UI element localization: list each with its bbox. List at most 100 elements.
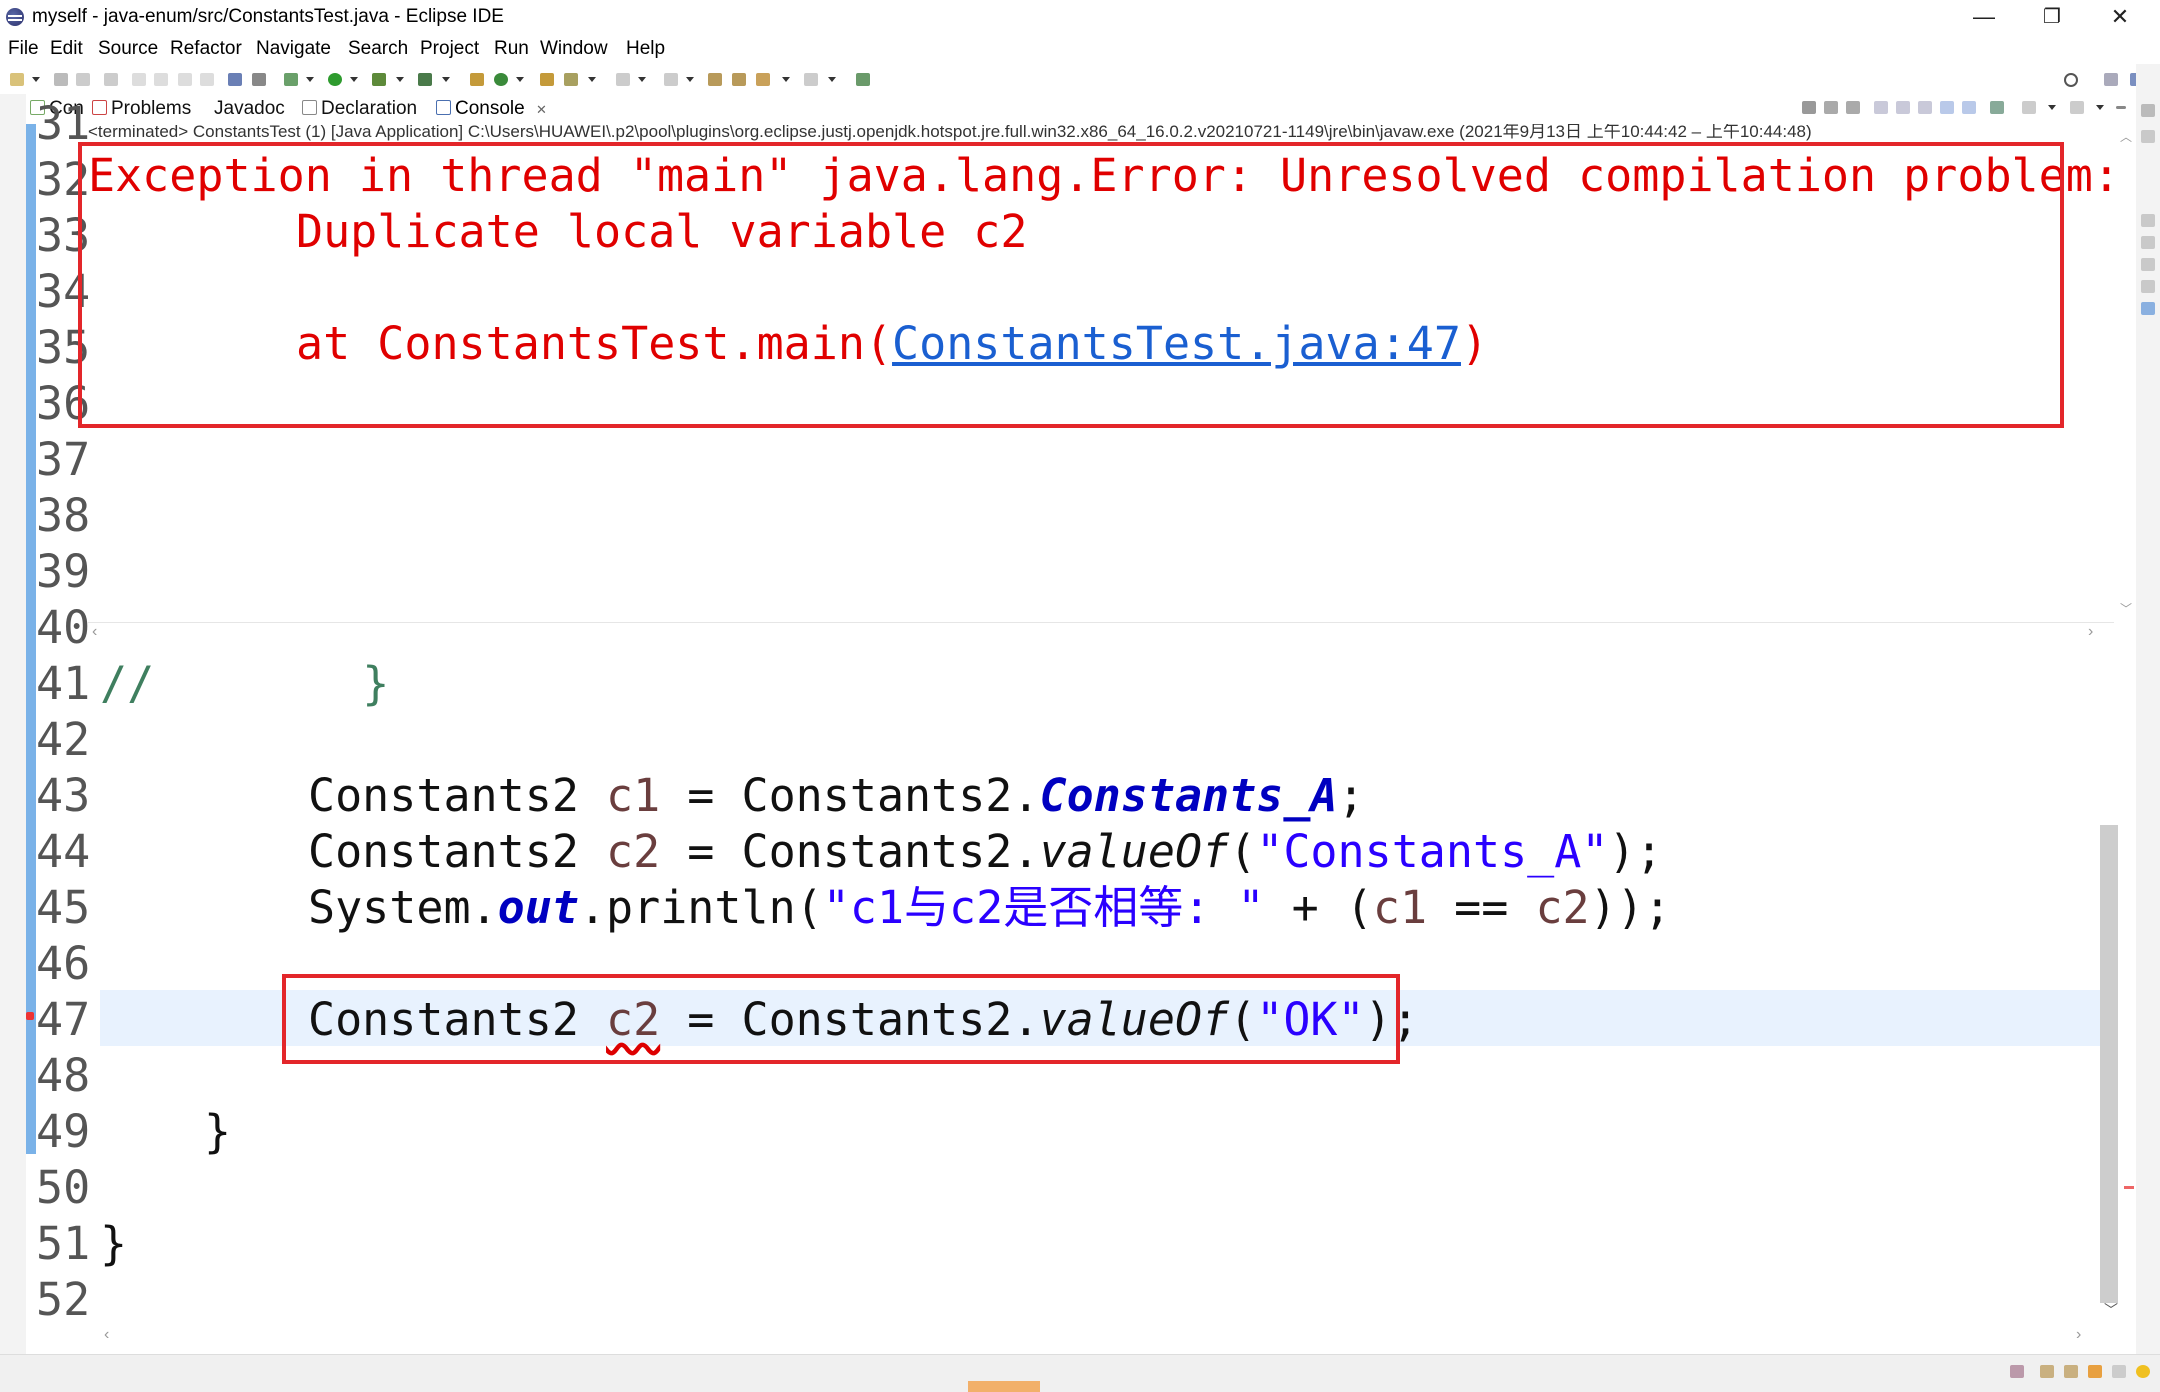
search-side-icon[interactable] <box>2141 280 2155 293</box>
bookmark-icon[interactable] <box>2064 1365 2078 1378</box>
chevron-down-icon[interactable] <box>32 77 40 82</box>
minimize-button[interactable]: — <box>1952 0 2016 34</box>
chevron-up-icon[interactable]: ︿ <box>2120 128 2132 145</box>
chevron-down-icon[interactable] <box>2048 105 2056 110</box>
display-console-icon[interactable] <box>2022 101 2036 114</box>
remove-all-icon[interactable] <box>1846 101 1860 114</box>
chevron-right-icon[interactable]: › <box>2076 1326 2081 1344</box>
close-tab-icon[interactable]: ✕ <box>536 102 547 117</box>
save-all-icon[interactable] <box>76 73 90 86</box>
tab-problems[interactable]: Problems <box>92 96 191 122</box>
debug-icon[interactable] <box>284 73 298 86</box>
pin-console-icon[interactable] <box>1990 101 2004 114</box>
chevron-down-icon[interactable] <box>306 77 314 82</box>
next-annotation-icon[interactable] <box>616 73 630 86</box>
taskbar-item[interactable] <box>968 1381 1040 1392</box>
javadoc-side-icon[interactable] <box>2141 236 2155 249</box>
show-stderr-icon[interactable] <box>1962 101 1976 114</box>
chevron-down-icon[interactable] <box>442 77 450 82</box>
chevron-down-icon[interactable] <box>782 77 790 82</box>
skip-breakpoints-icon[interactable] <box>252 73 266 86</box>
save-icon[interactable] <box>54 73 68 86</box>
menu-refactor[interactable]: Refactor <box>170 36 242 62</box>
menu-project[interactable]: Project <box>420 36 479 62</box>
tab-console[interactable]: Console ✕ <box>430 96 553 122</box>
edit-icon[interactable] <box>132 73 146 86</box>
forward-icon[interactable] <box>804 73 818 86</box>
run-icon[interactable] <box>328 73 342 86</box>
tab-javadoc[interactable]: Javadoc <box>202 96 285 122</box>
console-vertical-scrollbar[interactable]: ︿ ﹀ <box>2114 124 2136 644</box>
editor-horizontal-scrollbar[interactable]: ‹ › <box>100 1326 2100 1348</box>
declaration-side-icon[interactable] <box>2141 258 2155 271</box>
tip-icon[interactable] <box>2088 1365 2102 1378</box>
tasks-icon[interactable] <box>2040 1365 2054 1378</box>
problems-side-icon[interactable] <box>2141 214 2155 227</box>
last-edit-icon[interactable] <box>708 73 722 86</box>
coverage-icon[interactable] <box>372 73 386 86</box>
chevron-down-icon[interactable] <box>516 77 524 82</box>
status-icon[interactable] <box>2010 1365 2024 1378</box>
outline-icon[interactable] <box>2141 130 2155 143</box>
pilcrow-icon[interactable] <box>200 73 214 86</box>
chevron-down-icon[interactable] <box>828 77 836 82</box>
back-history-icon[interactable] <box>732 73 746 86</box>
new-icon[interactable] <box>10 73 24 86</box>
open-perspective-icon[interactable] <box>2104 73 2118 86</box>
chevron-down-icon[interactable]: ﹀ <box>2104 1300 2118 1320</box>
menu-source[interactable]: Source <box>98 36 158 62</box>
lightbulb-icon[interactable] <box>2136 1365 2150 1378</box>
menu-navigate[interactable]: Navigate <box>256 36 331 62</box>
menu-edit[interactable]: Edit <box>50 36 83 62</box>
prev-annotation-icon[interactable] <box>664 73 678 86</box>
open-console-icon[interactable] <box>2070 101 2084 114</box>
console-horizontal-scrollbar[interactable]: ‹ › <box>88 622 2114 647</box>
menu-search[interactable]: Search <box>348 36 408 62</box>
print-icon[interactable] <box>104 73 118 86</box>
chevron-down-icon[interactable]: ﹀ <box>2120 600 2132 617</box>
back-icon[interactable] <box>756 73 770 86</box>
chevron-down-icon[interactable] <box>588 77 596 82</box>
close-button[interactable]: ✕ <box>2088 0 2152 34</box>
chevron-left-icon[interactable]: ‹ <box>104 1326 109 1344</box>
restore-view-icon[interactable] <box>2141 104 2155 117</box>
line-number: 47 <box>36 993 91 1046</box>
menu-run[interactable]: Run <box>494 36 529 62</box>
restore-button[interactable]: ❐ <box>2020 0 2084 34</box>
word-wrap-icon[interactable] <box>1918 101 1932 114</box>
error-marker-icon[interactable] <box>26 1012 34 1020</box>
error-overview-marker[interactable] <box>2124 1186 2134 1189</box>
chevron-down-icon[interactable] <box>686 77 694 82</box>
minimize-view-icon[interactable] <box>2116 106 2126 109</box>
code-token: .println( <box>578 881 823 934</box>
search-icon[interactable] <box>2064 73 2078 87</box>
chevron-left-icon[interactable]: ‹ <box>92 623 97 641</box>
block-icon[interactable] <box>178 73 192 86</box>
console-side-icon[interactable] <box>2141 302 2155 315</box>
show-stdout-icon[interactable] <box>1940 101 1954 114</box>
new-class-icon[interactable] <box>494 73 508 86</box>
scroll-lock-icon[interactable] <box>1896 101 1910 114</box>
heap-icon[interactable] <box>2112 1365 2126 1378</box>
search-toolbar-icon[interactable] <box>564 73 578 86</box>
new-java-project-icon[interactable] <box>470 73 484 86</box>
open-type-icon[interactable] <box>540 73 554 86</box>
chevron-down-icon[interactable] <box>638 77 646 82</box>
tab-declaration[interactable]: Declaration <box>302 96 417 122</box>
terminate-icon[interactable] <box>1802 101 1816 114</box>
toggle-icon[interactable] <box>154 73 168 86</box>
remove-launch-icon[interactable] <box>1824 101 1838 114</box>
javadoc-icon <box>202 102 210 115</box>
chevron-down-icon[interactable] <box>396 77 404 82</box>
menu-file[interactable]: File <box>8 36 39 62</box>
clear-console-icon[interactable] <box>1874 101 1888 114</box>
external-tools-icon[interactable] <box>418 73 432 86</box>
console-toolbar-icon[interactable] <box>228 73 242 86</box>
chevron-down-icon[interactable] <box>350 77 358 82</box>
chevron-right-icon[interactable]: › <box>2088 623 2093 641</box>
chevron-down-icon[interactable] <box>2096 105 2104 110</box>
menu-help[interactable]: Help <box>626 36 665 62</box>
pin-editor-icon[interactable] <box>856 73 870 86</box>
menu-window[interactable]: Window <box>540 36 608 62</box>
editor-scroll-thumb[interactable] <box>2100 825 2118 1303</box>
